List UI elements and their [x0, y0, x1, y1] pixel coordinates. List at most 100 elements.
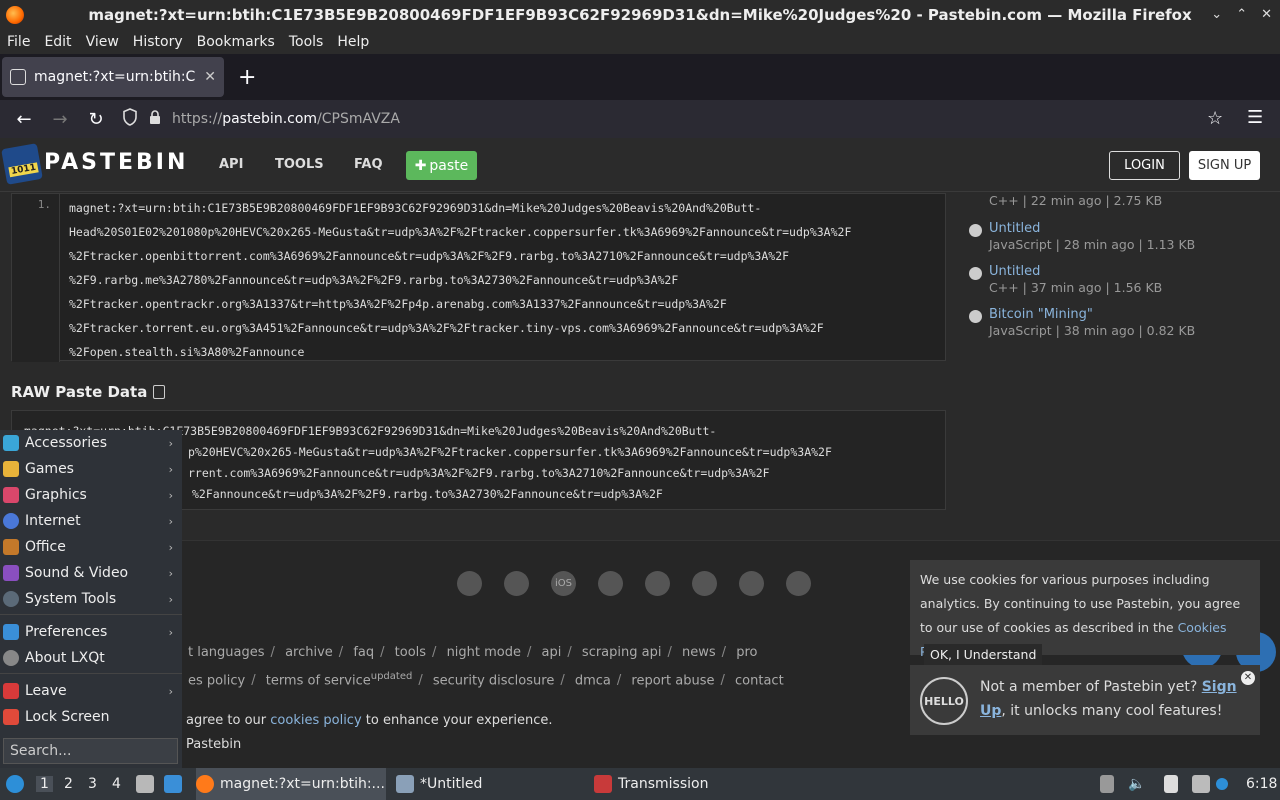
android-icon[interactable] [645, 571, 670, 596]
notification-icon [1216, 778, 1228, 790]
tray-clipboard[interactable] [1100, 768, 1120, 800]
plus-icon: ✚ [414, 157, 427, 174]
taskbar-app-firefox[interactable]: magnet:?xt=urn:btih:... [196, 768, 386, 800]
paste-code-box: 1. magnet:?xt=urn:btih:C1E73B5E9B2080046… [11, 193, 946, 362]
windows-icon[interactable] [598, 571, 623, 596]
lock-icon [3, 709, 19, 725]
menu-separator [0, 673, 182, 674]
url-text[interactable]: https://pastebin.com/CPSmAVZA [172, 111, 400, 127]
cookie-ok-button[interactable]: OK, I Understand [924, 644, 1043, 666]
tab-pastebin[interactable]: magnet:?xt=urn:btih:C1E ✕ [2, 57, 224, 97]
tray-volume[interactable]: 🔈 [1128, 768, 1145, 800]
menu-tools[interactable]: Tools [289, 34, 324, 50]
footer-link[interactable]: api [542, 645, 562, 660]
cookies-policy-link[interactable]: cookies policy [270, 713, 361, 728]
hamburger-menu-icon[interactable]: ☰ [1247, 107, 1263, 128]
code-line: magnet:?xt=urn:btih:C1E73B5E9B20800469FD… [69, 201, 762, 215]
show-desktop-launcher[interactable] [164, 768, 188, 800]
linux-icon[interactable] [786, 571, 811, 596]
menu-file[interactable]: File [7, 34, 30, 50]
back-icon[interactable]: ← [6, 109, 42, 130]
copy-icon[interactable] [153, 385, 166, 399]
menu-graphics[interactable]: Graphics › [0, 482, 182, 508]
file-manager-launcher[interactable] [136, 768, 160, 800]
footer-link[interactable]: faq [353, 645, 374, 660]
menu-preferences[interactable]: Preferences › [0, 619, 182, 645]
menu-accessories[interactable]: Accessories › [0, 430, 182, 456]
app-menu-button[interactable] [6, 768, 30, 800]
firefox-icon[interactable] [504, 571, 529, 596]
line-number: 1. [12, 194, 60, 362]
menu-internet[interactable]: Internet › [0, 508, 182, 534]
pastebin-logo-icon[interactable]: 1011 [1, 143, 43, 185]
footer-link[interactable]: contact [735, 673, 784, 688]
footer-link[interactable]: tools [395, 645, 426, 660]
raw-line: %2Fannounce&tr=udp%3A%2F%2F9.rarbg.to%3A… [192, 487, 663, 501]
desktop-icon [164, 775, 182, 793]
reload-icon[interactable]: ↻ [78, 109, 114, 130]
footer-link[interactable]: terms of service [266, 673, 371, 688]
new-tab-button[interactable]: + [238, 65, 256, 90]
tab-close-icon[interactable]: ✕ [204, 69, 216, 85]
tray-network[interactable] [1192, 768, 1216, 800]
pastebin-brand[interactable]: PASTEBIN [44, 150, 188, 175]
signup-button[interactable]: SIGN UP [1189, 151, 1260, 180]
menu-games[interactable]: Games › [0, 456, 182, 482]
globe-icon [969, 224, 982, 237]
footer-link[interactable]: scraping api [582, 645, 662, 660]
web-page: 1011 PASTEBIN API TOOLS FAQ ✚ paste LOGIN… [0, 138, 1280, 768]
footer-link[interactable]: night mode [447, 645, 521, 660]
accessories-icon [3, 435, 19, 451]
ios-icon[interactable]: iOS [551, 571, 576, 596]
menu-about-lxqt[interactable]: About LXQt [0, 645, 182, 671]
footer-link[interactable]: report abuse [631, 673, 714, 688]
menu-leave[interactable]: Leave › [0, 678, 182, 704]
footer-link[interactable]: t languages [188, 645, 265, 660]
taskbar-app-transmission[interactable]: Transmission [594, 768, 708, 800]
desktop-1[interactable]: 1 [36, 776, 53, 792]
desktop-4[interactable]: 4 [112, 776, 121, 792]
maximize-button[interactable]: ⌃ [1236, 0, 1247, 30]
taskbar: 1 2 3 4 magnet:?xt=urn:btih:... *Untitle… [0, 768, 1280, 800]
shield-icon[interactable] [122, 108, 138, 130]
code-line: %2Ftracker.opentrackr.org%3A1337&tr=http… [69, 297, 727, 311]
tray-notifications[interactable] [1216, 768, 1234, 800]
close-icon[interactable]: ✕ [1241, 671, 1255, 685]
footer-link[interactable]: archive [285, 645, 333, 660]
tray-files[interactable] [1164, 768, 1184, 800]
chrome-icon[interactable] [457, 571, 482, 596]
minimize-button[interactable]: ⌄ [1211, 0, 1222, 30]
nav-tools[interactable]: TOOLS [275, 157, 324, 172]
new-paste-button[interactable]: ✚ paste [406, 151, 477, 180]
nav-api[interactable]: API [219, 157, 243, 172]
menu-lock-screen[interactable]: Lock Screen [0, 704, 182, 730]
nav-faq[interactable]: FAQ [354, 157, 383, 172]
footer-link[interactable]: security disclosure [433, 673, 554, 688]
transmission-icon [594, 775, 612, 793]
menu-bookmarks[interactable]: Bookmarks [197, 34, 275, 50]
lock-icon[interactable] [148, 109, 162, 129]
desktop-2[interactable]: 2 [64, 776, 73, 792]
footer-link[interactable]: dmca [575, 673, 611, 688]
footer-link[interactable]: es policy [188, 673, 245, 688]
menu-history[interactable]: History [133, 34, 183, 50]
url-bar[interactable]: https://pastebin.com/CPSmAVZA [118, 104, 1238, 134]
taskbar-app-editor[interactable]: *Untitled [396, 768, 482, 800]
forward-icon[interactable]: → [42, 109, 78, 130]
menu-view[interactable]: View [86, 34, 119, 50]
menu-edit[interactable]: Edit [44, 34, 71, 50]
login-button[interactable]: LOGIN [1109, 151, 1180, 180]
menu-help[interactable]: Help [337, 34, 369, 50]
footer-link[interactable]: news [682, 645, 716, 660]
footer-link[interactable]: pro [736, 645, 757, 660]
close-window-button[interactable]: ✕ [1261, 0, 1272, 30]
menu-office[interactable]: Office › [0, 534, 182, 560]
desktop-3[interactable]: 3 [88, 776, 97, 792]
menu-system-tools[interactable]: System Tools › [0, 586, 182, 612]
opera-icon[interactable] [739, 571, 764, 596]
bookmark-star-icon[interactable]: ☆ [1207, 108, 1223, 129]
menu-search-input[interactable]: Search... [3, 738, 178, 764]
clock[interactable]: 6:18 [1246, 768, 1277, 800]
menu-sound-video[interactable]: Sound & Video › [0, 560, 182, 586]
x-icon[interactable] [692, 571, 717, 596]
